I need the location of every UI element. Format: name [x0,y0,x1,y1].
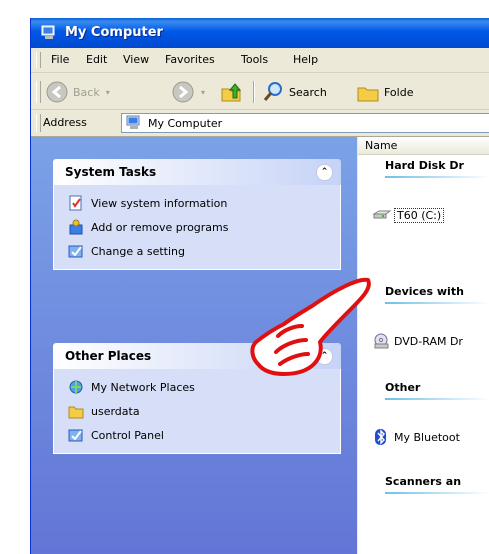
folders-button[interactable]: Folde [356,80,413,104]
forward-button[interactable]: ▾ [171,80,205,104]
place-label: My Network Places [91,380,195,394]
add-remove-programs-icon [69,219,83,235]
column-header-label: Name [365,139,398,152]
group-divider [385,398,489,400]
menu-help[interactable]: Help [293,53,318,66]
back-label: Back [73,85,100,99]
group-title: Scanners an [385,475,462,488]
drive-c-label: T60 (C:) [394,207,445,223]
other-places-title: Other Places [65,349,152,363]
system-tasks-panel: System Tasks ⌃ View system information A… [53,159,341,270]
menu-bar: File Edit View Favorites Tools Help [31,48,489,73]
column-header-name[interactable]: Name [358,137,489,155]
address-bar: Address My Computer [31,110,489,137]
system-info-icon [69,195,82,211]
group-divider [385,302,489,304]
address-value: My Computer [148,116,223,130]
my-computer-icon [41,25,55,39]
task-label: View system information [91,196,228,210]
toolbar-grip[interactable] [36,81,41,103]
bluetooth-label: My Bluetoot [394,430,460,444]
folders-icon [357,87,379,102]
search-button[interactable]: Search [261,80,327,104]
up-folder-icon [221,83,242,102]
place-label: Control Panel [91,428,164,442]
search-label: Search [289,85,327,99]
folder-icon [68,406,84,419]
window-title: My Computer [65,25,163,40]
system-tasks-title: System Tasks [65,165,157,179]
back-dropdown-icon[interactable]: ▾ [106,88,110,97]
address-input[interactable]: My Computer [121,113,489,133]
group-title: Hard Disk Dr [385,159,464,172]
forward-arrow-icon [172,81,194,103]
menu-grip[interactable] [36,52,41,68]
system-tasks-header[interactable]: System Tasks ⌃ [53,159,341,185]
place-userdata[interactable]: userdata [54,399,340,423]
control-panel-icon [68,245,83,258]
toolbar-separator [253,81,255,103]
place-control-panel[interactable]: Control Panel [54,423,340,447]
task-label: Add or remove programs [91,220,229,234]
drive-c-item[interactable]: T60 (C:) [372,207,445,223]
dvd-drive-label: DVD-RAM Dr [394,334,463,348]
up-folder-button[interactable] [219,80,243,104]
menu-view[interactable]: View [123,53,149,66]
my-computer-icon [126,115,140,129]
collapse-chevron-icon[interactable]: ⌃ [316,164,333,181]
address-label: Address [43,116,87,129]
task-view-system-info[interactable]: View system information [54,191,340,215]
menu-file[interactable]: File [51,53,69,66]
task-label: Change a setting [91,244,185,258]
group-divider [385,492,489,494]
group-title: Other [385,381,421,394]
hard-drive-icon [372,210,392,219]
search-icon [263,82,282,101]
task-add-remove-programs[interactable]: Add or remove programs [54,215,340,239]
bluetooth-item[interactable]: My Bluetoot [372,429,460,445]
toolbar: Back ▾ ▾ Search Folde [31,73,489,110]
system-tasks-list: View system information Add or remove pr… [53,185,341,270]
menu-tools[interactable]: Tools [241,53,268,66]
title-bar[interactable]: My Computer [31,18,489,48]
task-change-setting[interactable]: Change a setting [54,239,340,263]
control-panel-icon [68,429,83,442]
network-places-icon [69,380,83,394]
dvd-drive-item[interactable]: DVD-RAM Dr [372,333,463,349]
group-title: Devices with [385,285,464,298]
address-grip[interactable] [36,114,41,132]
folders-label: Folde [384,85,414,99]
place-label: userdata [91,404,140,418]
group-divider [385,176,489,178]
back-arrow-icon [46,81,68,103]
menu-favorites[interactable]: Favorites [165,53,215,66]
pointing-hand-icon [250,277,371,376]
back-button[interactable]: Back ▾ [45,80,110,104]
bluetooth-icon [375,429,386,445]
menu-edit[interactable]: Edit [86,53,107,66]
forward-dropdown-icon[interactable]: ▾ [201,88,205,97]
